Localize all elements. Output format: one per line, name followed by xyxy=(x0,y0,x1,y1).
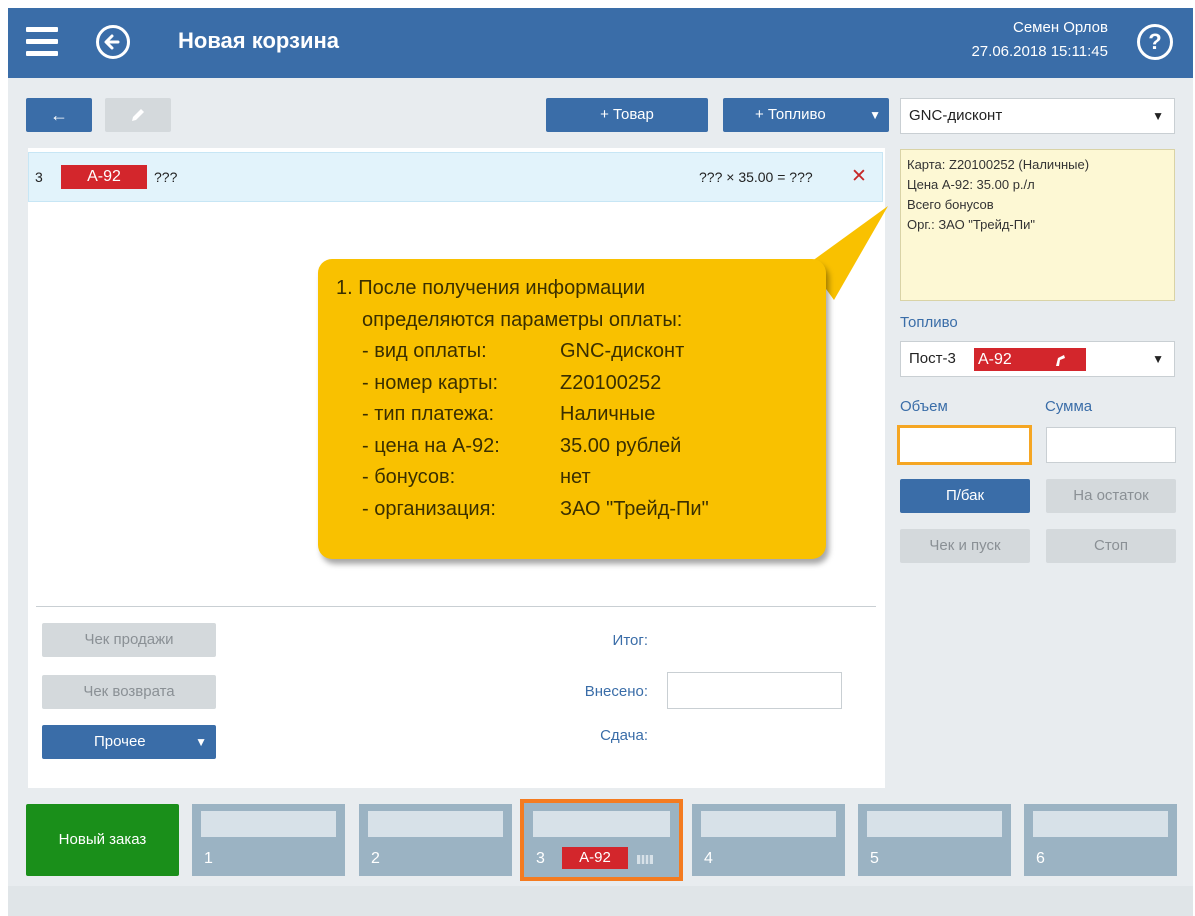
new-order-button[interactable]: Новый заказ xyxy=(26,804,179,876)
fuel-nozzle-icon xyxy=(1056,355,1065,366)
tile-number: 3 xyxy=(536,850,545,867)
help-button[interactable]: ? xyxy=(1137,24,1173,60)
volume-input[interactable] xyxy=(897,425,1032,465)
add-product-button[interactable]: + Товар xyxy=(546,98,708,132)
add-fuel-label: + Топливо xyxy=(755,106,826,123)
order-line-index: 3 xyxy=(35,169,43,185)
info-org: Орг.: ЗАО "Трейд-Пи" xyxy=(907,217,1035,232)
add-fuel-button[interactable]: + Топливо ▼ xyxy=(723,98,889,132)
order-line-qty: ??? xyxy=(154,169,178,185)
order-line-formula: ??? × 35.00 = ??? xyxy=(699,169,813,185)
info-card: Карта: Z20100252 (Наличные) xyxy=(907,157,1090,172)
pencil-icon xyxy=(132,109,144,121)
callout-key: - организация: xyxy=(362,497,496,520)
user-name: Семен Орлов xyxy=(1012,19,1108,36)
other-label: Прочее xyxy=(94,733,146,750)
callout-row: - тип платежа: Наличные xyxy=(336,399,826,431)
current-datetime: 27.06.2018 15:11:45 xyxy=(971,43,1108,60)
menu-icon[interactable] xyxy=(26,25,60,59)
callout-key: - вид оплаты: xyxy=(362,340,487,362)
callout-key: - тип платежа: xyxy=(362,403,495,425)
stop-button[interactable]: Стоп xyxy=(1046,529,1176,563)
back-button[interactable]: ← xyxy=(26,98,92,132)
callout-subheading: определяются параметры оплаты: xyxy=(362,308,683,331)
callout-heading: 1. После получения информации xyxy=(336,277,646,299)
pump-select[interactable]: Пост-3 А-92 ▼ xyxy=(900,341,1175,377)
callout-value: Z20100252 xyxy=(560,371,662,394)
sale-check-button[interactable]: Чек продажи xyxy=(42,623,216,657)
user-info: Семен Орлов 27.06.2018 15:11:45 xyxy=(971,16,1108,64)
full-tank-button[interactable]: П/бак xyxy=(900,479,1030,513)
volume-label: Объем xyxy=(900,398,948,415)
order-tile-4[interactable]: 4 xyxy=(692,804,845,876)
total-label: Итог: xyxy=(612,632,648,649)
order-tile-2[interactable]: 2 xyxy=(359,804,512,876)
remove-line-icon[interactable]: ✕ xyxy=(851,165,867,188)
callout-value: нет xyxy=(560,466,591,488)
tile-header xyxy=(201,811,336,837)
info-callout: 1. После получения информации определяют… xyxy=(318,259,826,559)
callout-key: - цена на А-92: xyxy=(362,434,500,457)
callout-value: 35.00 рублей xyxy=(560,434,682,457)
callout-row: - бонусов: нет xyxy=(336,462,826,494)
callout-key: - бонусов: xyxy=(362,466,456,488)
callout-value: GNC-дисконт xyxy=(560,340,685,362)
page-title: Новая корзина xyxy=(178,28,340,53)
paid-input[interactable] xyxy=(667,672,842,709)
callout-row: - организация: ЗАО "Трейд-Пи" xyxy=(336,494,826,526)
return-check-button[interactable]: Чек возврата xyxy=(42,675,216,709)
callout-value: ЗАО "Трейд-Пи" xyxy=(560,497,709,520)
callout-key: - номер карты: xyxy=(362,371,499,394)
tile-number: 1 xyxy=(204,850,213,867)
other-button[interactable]: Прочее ▼ xyxy=(42,725,216,759)
pump-fuel-tag: А-92 xyxy=(974,348,1086,371)
sum-input[interactable] xyxy=(1046,427,1176,463)
tile-number: 5 xyxy=(870,850,879,867)
back-arrow-icon[interactable] xyxy=(96,25,130,59)
fuel-tag: А-92 xyxy=(61,165,147,189)
order-tile-3[interactable]: 3 А-92 xyxy=(520,799,683,881)
callout-row: - цена на А-92: 35.00 рублей xyxy=(336,431,826,463)
order-line[interactable]: 3 А-92 ??? ??? × 35.00 = ??? ✕ xyxy=(28,152,883,202)
chevron-down-icon: ▼ xyxy=(195,735,207,749)
tile-header xyxy=(1033,811,1168,837)
callout-row: - вид оплаты: GNC-дисконт xyxy=(336,336,826,368)
chevron-down-icon: ▼ xyxy=(869,108,881,122)
payment-type-select[interactable]: GNC-дисконт ▼ xyxy=(900,98,1175,134)
header-bar: Новая корзина Семен Орлов 27.06.2018 15:… xyxy=(8,8,1193,78)
callout-value: Наличные xyxy=(560,403,656,425)
order-tile-5[interactable]: 5 xyxy=(858,804,1011,876)
pump-fuel-label: А-92 xyxy=(978,351,1012,368)
tile-number: 2 xyxy=(371,850,380,867)
chevron-down-icon: ▼ xyxy=(1152,109,1164,123)
tile-fuel-tag: А-92 xyxy=(562,847,628,869)
remainder-button[interactable]: На остаток xyxy=(1046,479,1176,513)
pump-label: Пост-3 xyxy=(909,350,956,367)
tile-header xyxy=(533,811,670,837)
order-tile-6[interactable]: 6 xyxy=(1024,804,1177,876)
payment-type-value: GNC-дисконт xyxy=(909,107,1003,124)
info-bonus: Всего бонусов xyxy=(907,197,994,212)
tile-header xyxy=(867,811,1002,837)
footer-strip xyxy=(8,886,1193,916)
change-label: Сдача: xyxy=(600,727,648,744)
tile-number: 4 xyxy=(704,850,713,867)
basket-icon xyxy=(637,855,653,864)
check-start-button[interactable]: Чек и пуск xyxy=(900,529,1030,563)
tile-header xyxy=(368,811,503,837)
edit-button[interactable] xyxy=(105,98,171,132)
callout-row: - номер карты: Z20100252 xyxy=(336,368,826,400)
sum-label: Сумма xyxy=(1045,398,1093,415)
app-frame: Новая корзина Семен Орлов 27.06.2018 15:… xyxy=(8,8,1193,916)
order-tile-1[interactable]: 1 xyxy=(192,804,345,876)
chevron-down-icon: ▼ xyxy=(1152,352,1164,366)
fuel-section-label: Топливо xyxy=(900,314,958,331)
info-price: Цена А-92: 35.00 р./л xyxy=(907,177,1035,192)
tile-header xyxy=(701,811,836,837)
divider xyxy=(36,606,876,607)
paid-label: Внесено: xyxy=(584,683,648,700)
tile-number: 6 xyxy=(1036,850,1045,867)
payment-info-box: Карта: Z20100252 (Наличные) Цена А-92: 3… xyxy=(900,149,1175,301)
